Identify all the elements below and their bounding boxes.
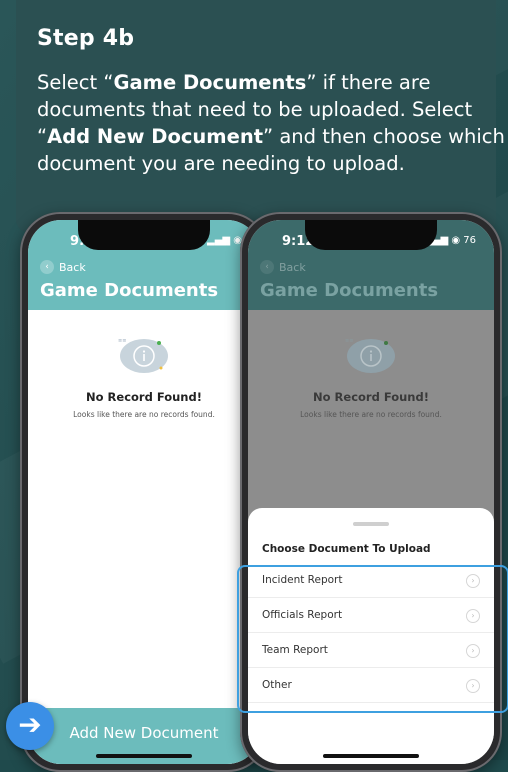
page-title: Game Documents	[40, 280, 219, 301]
game-documents-label: Game Documents	[113, 71, 307, 94]
page-title: Game Documents	[260, 280, 439, 301]
back-label: Back	[279, 260, 306, 274]
sheet-title: Choose Document To Upload	[262, 543, 431, 555]
phone-screen: 9:12 ▂▄▆ ◉ ‹ Back Game Documents ≡≡ No R…	[28, 220, 260, 764]
empty-info-icon: ≡≡	[118, 338, 168, 373]
empty-title: No Record Found!	[86, 390, 202, 404]
empty-state: ≡≡ No Record Found! Looks like there are…	[28, 310, 260, 764]
phone-notch	[305, 220, 437, 250]
empty-subtitle: Looks like there are no records found.	[300, 410, 442, 419]
phone-left: 9:12 ▂▄▆ ◉ ‹ Back Game Documents ≡≡ No R…	[20, 212, 268, 772]
step-description: Select “Game Documents” if there are doc…	[37, 71, 505, 175]
empty-subtitle: Looks like there are no records found.	[73, 410, 215, 419]
document-options-highlight	[237, 565, 508, 713]
home-indicator	[323, 754, 419, 758]
phone-notch	[78, 220, 210, 250]
back-button[interactable]: ‹ Back	[40, 260, 86, 274]
step-title: Step 4b	[37, 26, 135, 51]
back-label: Back	[59, 260, 86, 274]
svg-text:≡≡: ≡≡	[345, 338, 353, 344]
empty-info-icon: ≡≡	[345, 338, 395, 373]
arrow-right-icon[interactable]: ➔	[6, 702, 54, 750]
add-new-document-label: Add New Document	[47, 125, 264, 148]
back-icon: ‹	[40, 260, 54, 274]
svg-text:≡≡: ≡≡	[118, 338, 126, 344]
status-icons: ▂▄▆ ◉	[207, 235, 242, 246]
back-button[interactable]: ‹ Back	[260, 260, 306, 274]
empty-title: No Record Found!	[313, 390, 429, 404]
home-indicator	[96, 754, 192, 758]
back-icon: ‹	[260, 260, 274, 274]
sheet-handle[interactable]	[353, 522, 389, 526]
